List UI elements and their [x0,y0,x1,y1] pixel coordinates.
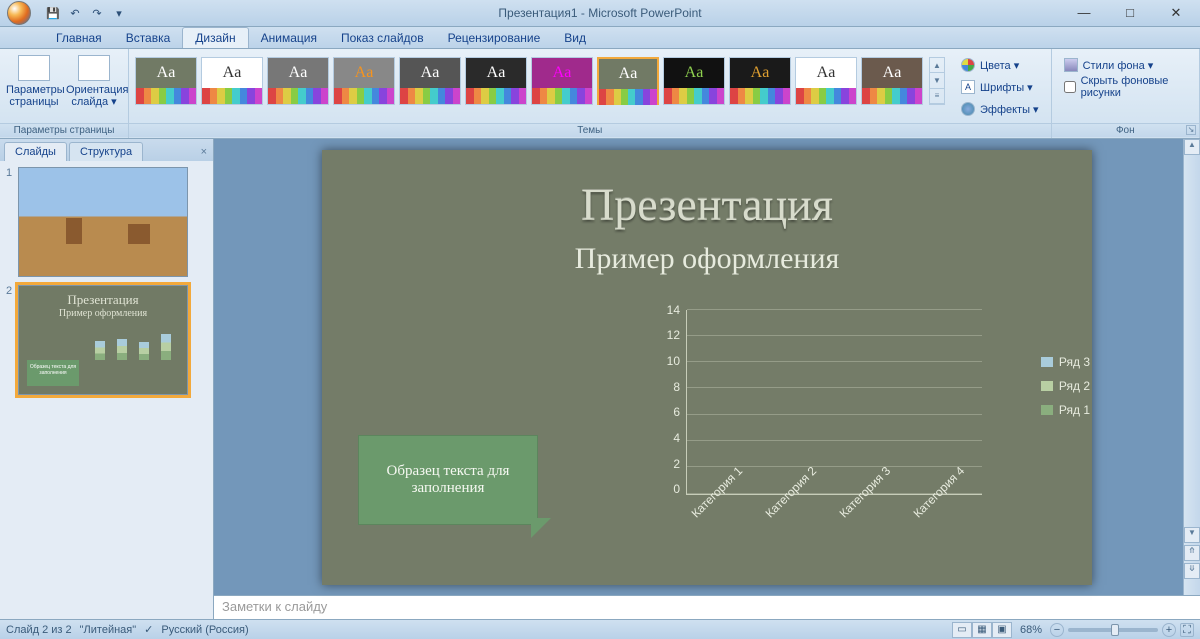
group-themes: Темы [129,123,1051,137]
zoom-slider[interactable] [1068,628,1158,632]
theme-thumb-8[interactable]: Aa [663,57,725,105]
theme-gallery: AaAaAaAaAaAaAaAaAaAaAaAa [135,53,923,105]
theme-effects-button[interactable]: Эффекты ▾ [955,99,1045,119]
prev-slide-button[interactable]: ⤊ [1184,545,1200,561]
panel-close-button[interactable]: × [201,146,207,161]
page-setup-button[interactable]: Параметры страницы [6,53,62,108]
theme-thumb-10[interactable]: Aa [795,57,857,105]
theme-gallery-scroll[interactable]: ▲▼≡ [929,57,945,105]
status-theme: "Литейная" [80,624,137,636]
group-background: Фон↘ [1052,123,1199,137]
undo-icon[interactable]: ↶ [66,4,84,22]
next-slide-button[interactable]: ⤋ [1184,563,1200,579]
slideshow-view-button[interactable]: ▣ [992,622,1012,638]
tab-animation[interactable]: Анимация [249,28,329,48]
thumb-number: 1 [6,167,18,277]
theme-thumb-0[interactable]: Aa [135,57,197,105]
tab-review[interactable]: Рецензирование [436,28,553,48]
spell-check-icon[interactable]: ✓ [144,623,153,636]
theme-thumb-6[interactable]: Aa [531,57,593,105]
zoom-out-button[interactable]: − [1050,623,1064,637]
theme-thumb-11[interactable]: Aa [861,57,923,105]
theme-colors-button[interactable]: Цвета ▾ [955,55,1045,75]
panel-tab-slides[interactable]: Слайды [4,142,67,161]
theme-thumb-3[interactable]: Aa [333,57,395,105]
tab-slideshow[interactable]: Показ слайдов [329,28,436,48]
tab-home[interactable]: Главная [44,28,114,48]
bg-dialog-launcher[interactable]: ↘ [1186,125,1196,135]
theme-thumb-4[interactable]: Aa [399,57,461,105]
close-button[interactable]: ✕ [1162,5,1190,21]
mini-sample-box: Образец текста для заполнения [27,360,79,386]
tab-view[interactable]: Вид [552,28,598,48]
slide-orientation-button[interactable]: Ориентация слайда ▾ [66,53,122,108]
theme-thumb-2[interactable]: Aa [267,57,329,105]
hide-bg-checkbox[interactable]: Скрыть фоновые рисунки [1058,77,1193,97]
chart-object[interactable]: 14121086420 Категория 1Категория 2Катего… [652,305,1052,555]
tab-insert[interactable]: Вставка [114,28,183,48]
theme-thumb-5[interactable]: Aa [465,57,527,105]
window-title: Презентация1 - Microsoft PowerPoint [0,6,1200,20]
theme-fonts-button[interactable]: AШрифты ▾ [955,77,1045,97]
legend-item: Ряд 3 [1041,355,1090,369]
vertical-scrollbar[interactable]: ▲ ▼ ⤊ ⤋ [1183,139,1200,595]
effects-icon [961,102,975,116]
save-icon[interactable]: 💾 [44,4,62,22]
group-page-setup: Параметры страницы [0,123,128,137]
theme-thumb-7[interactable]: Aa [597,57,659,105]
notes-pane[interactable]: Заметки к слайду [214,595,1200,619]
theme-thumb-1[interactable]: Aa [201,57,263,105]
zoom-fit-button[interactable]: ⛶ [1180,623,1194,637]
redo-icon[interactable]: ↷ [88,4,106,22]
slide-thumbnail-1[interactable] [18,167,188,277]
legend-item: Ряд 1 [1041,403,1090,417]
panel-tab-outline[interactable]: Структура [69,142,143,161]
zoom-level[interactable]: 68% [1020,624,1042,636]
qat-customize-icon[interactable]: ▾ [110,4,128,22]
bg-styles-icon [1064,58,1078,72]
sorter-view-button[interactable]: ▦ [972,622,992,638]
fonts-icon: A [961,80,975,94]
minimize-button[interactable]: — [1070,5,1098,21]
ribbon-tabs: Главная Вставка Дизайн Анимация Показ сл… [0,27,1200,49]
thumb-number: 2 [6,285,18,395]
status-language[interactable]: Русский (Россия) [161,624,248,636]
text-placeholder[interactable]: Образец текста для заполнения [358,435,538,525]
slide-thumbnail-2[interactable]: Презентация Пример оформления Образец те… [18,285,188,395]
office-button[interactable] [0,0,38,27]
slide-subtitle[interactable]: Пример оформления [322,242,1092,276]
tab-design[interactable]: Дизайн [182,27,248,48]
maximize-button[interactable]: □ [1116,5,1144,21]
zoom-in-button[interactable]: + [1162,623,1176,637]
normal-view-button[interactable]: ▭ [952,622,972,638]
slide-canvas[interactable]: Презентация Пример оформления Образец те… [322,150,1092,585]
background-styles-button[interactable]: Стили фона ▾ [1058,55,1193,75]
legend-item: Ряд 2 [1041,379,1090,393]
theme-thumb-9[interactable]: Aa [729,57,791,105]
status-slide-number: Слайд 2 из 2 [6,624,72,636]
slide-title[interactable]: Презентация [322,178,1092,231]
